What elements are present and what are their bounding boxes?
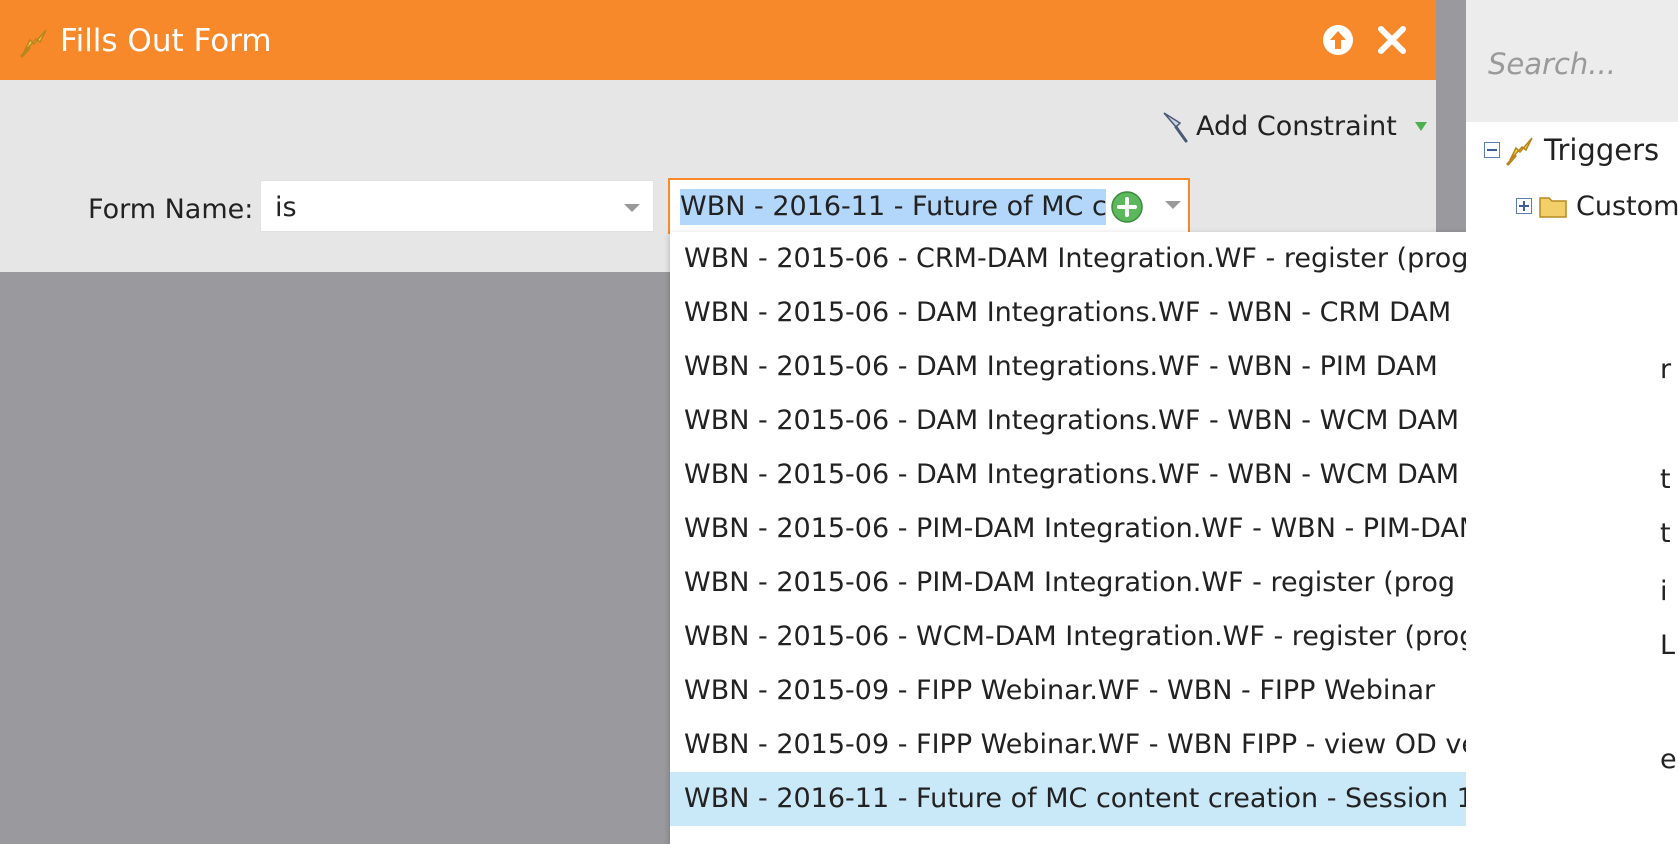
tree-item-label: Triggers [1544, 133, 1660, 167]
flow-step-header: Fills Out Form [0, 0, 1436, 80]
close-x-icon[interactable] [1374, 22, 1410, 58]
add-constraint-label: Add Constraint [1196, 110, 1397, 142]
search-input[interactable] [1486, 40, 1678, 88]
sidebar-search [1466, 0, 1678, 122]
tree-item-triggers[interactable]: Triggers [1484, 128, 1659, 172]
trigger-tree: Triggers Custom r t t i L e [1466, 122, 1678, 844]
trigger-bolt-icon [1506, 137, 1533, 166]
folder-icon [1539, 197, 1567, 218]
operator-select[interactable]: is [260, 180, 654, 232]
form-name-input-text[interactable]: WBN - 2016-11 - Future of MC cc [680, 189, 1106, 225]
library-sidebar: Triggers Custom r t t i L e [1466, 0, 1678, 844]
magic-wand-icon [1163, 112, 1188, 143]
tree-item-custom[interactable]: Custom [1516, 184, 1678, 228]
clipped-text: i [1660, 576, 1668, 607]
clipped-text: t [1660, 464, 1671, 495]
clipped-text: e [1660, 744, 1677, 775]
trigger-bolt-icon [20, 29, 47, 58]
form-name-label: Form Name: [88, 194, 254, 225]
chevron-down-icon[interactable] [1164, 200, 1182, 210]
collapse-toggle-icon[interactable] [1484, 142, 1500, 158]
flow-step-title: Fills Out Form [60, 23, 272, 59]
dropdown-triangle-icon [1414, 122, 1427, 131]
add-constraint-button[interactable]: Add Constraint [1160, 108, 1429, 144]
add-value-icon[interactable] [1110, 190, 1144, 224]
expand-toggle-icon[interactable] [1516, 198, 1532, 214]
operator-value: is [275, 192, 297, 223]
tree-item-label: Custom [1576, 190, 1678, 222]
clipped-text: L [1660, 630, 1676, 661]
clipped-text: t [1660, 518, 1671, 549]
chevron-down-icon[interactable] [623, 203, 641, 213]
form-name-combobox[interactable]: WBN - 2016-11 - Future of MC cc [668, 178, 1190, 234]
arrow-up-circle-icon[interactable] [1320, 22, 1356, 58]
clipped-text: r [1660, 354, 1672, 385]
